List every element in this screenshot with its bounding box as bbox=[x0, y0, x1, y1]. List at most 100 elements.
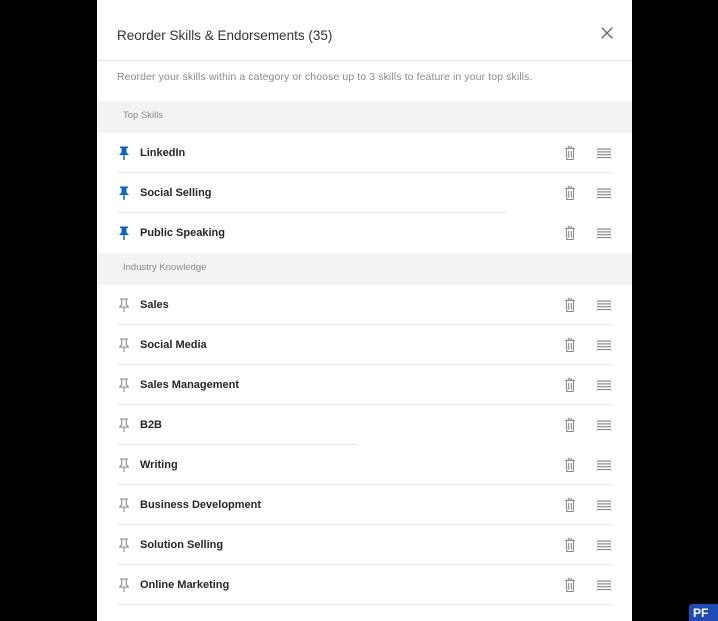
trash-icon bbox=[565, 338, 575, 353]
unpin-button[interactable] bbox=[117, 185, 131, 201]
pin-button[interactable] bbox=[117, 577, 131, 593]
skill-row[interactable]: Sales Management bbox=[97, 365, 632, 405]
reorder-skills-modal: Reorder Skills & Endorsements (35) Reord… bbox=[97, 0, 632, 621]
skill-name: B2B bbox=[140, 419, 163, 431]
pin-button[interactable] bbox=[117, 537, 131, 553]
trash-icon bbox=[565, 298, 575, 313]
corner-badge-text: PF bbox=[693, 606, 709, 620]
pin-button[interactable] bbox=[117, 377, 131, 393]
skill-name: LinkedIn bbox=[140, 147, 186, 159]
pin-outline-icon bbox=[118, 298, 130, 312]
skill-row[interactable]: Solution Selling bbox=[97, 525, 632, 565]
trash-icon bbox=[565, 186, 575, 201]
section-header: Industry Knowledge bbox=[97, 253, 632, 285]
pin-button[interactable] bbox=[117, 497, 131, 513]
pin-outline-icon bbox=[118, 338, 130, 352]
unpin-button[interactable] bbox=[117, 225, 131, 241]
drag-handle[interactable] bbox=[596, 579, 612, 591]
drag-handle-icon bbox=[597, 460, 611, 471]
drag-handle-icon bbox=[597, 148, 611, 159]
trash-icon bbox=[565, 578, 575, 593]
section-header-label: Top Skills bbox=[123, 110, 164, 121]
pin-outline-icon bbox=[118, 498, 130, 512]
delete-skill-button[interactable] bbox=[563, 185, 577, 201]
delete-skill-button[interactable] bbox=[563, 457, 577, 473]
drag-handle-icon bbox=[597, 188, 611, 199]
drag-handle-icon bbox=[597, 420, 611, 431]
drag-handle-icon bbox=[597, 300, 611, 311]
pin-outline-icon bbox=[118, 538, 130, 552]
skill-row[interactable]: Sales bbox=[97, 285, 632, 325]
drag-handle-icon bbox=[597, 340, 611, 351]
drag-handle[interactable] bbox=[596, 499, 612, 511]
skill-row[interactable]: Business Development bbox=[97, 485, 632, 525]
close-icon bbox=[601, 27, 613, 39]
skill-name: Writing bbox=[140, 459, 178, 471]
modal-subtitle: Reorder your skills within a category or… bbox=[117, 71, 533, 83]
skill-name: Online Marketing bbox=[140, 579, 230, 591]
trash-icon bbox=[565, 498, 575, 513]
delete-skill-button[interactable] bbox=[563, 145, 577, 161]
drag-handle[interactable] bbox=[596, 379, 612, 391]
skill-row[interactable]: Online Marketing bbox=[97, 565, 632, 605]
skill-row[interactable]: LinkedIn bbox=[97, 133, 632, 173]
trash-icon bbox=[565, 378, 575, 393]
drag-handle[interactable] bbox=[596, 419, 612, 431]
drag-handle[interactable] bbox=[596, 147, 612, 159]
pin-button[interactable] bbox=[117, 297, 131, 313]
pin-button[interactable] bbox=[117, 337, 131, 353]
skill-name: Business Development bbox=[140, 499, 262, 511]
skill-name: Social Media bbox=[140, 339, 207, 351]
drag-handle[interactable] bbox=[596, 459, 612, 471]
skill-name: Social Selling bbox=[140, 187, 212, 199]
skill-row[interactable]: B2B bbox=[97, 405, 632, 445]
trash-icon bbox=[565, 538, 575, 553]
screen-frame: Reorder Skills & Endorsements (35) Reord… bbox=[0, 0, 718, 621]
pin-button[interactable] bbox=[117, 457, 131, 473]
pin-outline-icon bbox=[118, 578, 130, 592]
delete-skill-button[interactable] bbox=[563, 577, 577, 593]
pin-outline-icon bbox=[118, 458, 130, 472]
pin-button[interactable] bbox=[117, 417, 131, 433]
corner-badge: PF bbox=[689, 604, 718, 621]
drag-handle-icon bbox=[597, 500, 611, 511]
skill-row[interactable]: Social Selling bbox=[97, 173, 632, 213]
row-divider bbox=[117, 604, 612, 605]
delete-skill-button[interactable] bbox=[563, 497, 577, 513]
drag-handle[interactable] bbox=[596, 539, 612, 551]
pin-filled-icon bbox=[119, 226, 129, 240]
drag-handle[interactable] bbox=[596, 339, 612, 351]
delete-skill-button[interactable] bbox=[563, 537, 577, 553]
drag-handle[interactable] bbox=[596, 299, 612, 311]
skill-row[interactable]: Social Media bbox=[97, 325, 632, 365]
drag-handle-icon bbox=[597, 580, 611, 591]
delete-skill-button[interactable] bbox=[563, 417, 577, 433]
modal-header: Reorder Skills & Endorsements (35) bbox=[97, 0, 632, 61]
skill-name: Sales Management bbox=[140, 379, 240, 391]
drag-handle-icon bbox=[597, 228, 611, 239]
close-button[interactable] bbox=[596, 22, 618, 44]
drag-handle[interactable] bbox=[596, 187, 612, 199]
delete-skill-button[interactable] bbox=[563, 225, 577, 241]
skill-row[interactable]: Public Speaking bbox=[97, 213, 632, 253]
skill-name: Public Speaking bbox=[140, 227, 225, 239]
trash-icon bbox=[565, 458, 575, 473]
skill-name: Solution Selling bbox=[140, 539, 224, 551]
skill-name: Sales bbox=[140, 299, 169, 311]
skills-list: Top Skills LinkedIn Social Selling Public S… bbox=[97, 101, 632, 605]
pin-filled-icon bbox=[119, 186, 129, 200]
drag-handle-icon bbox=[597, 380, 611, 391]
delete-skill-button[interactable] bbox=[563, 297, 577, 313]
pin-outline-icon bbox=[118, 418, 130, 432]
delete-skill-button[interactable] bbox=[563, 337, 577, 353]
pin-filled-icon bbox=[119, 146, 129, 160]
modal-title: Reorder Skills & Endorsements (35) bbox=[117, 28, 333, 43]
drag-handle-icon bbox=[597, 540, 611, 551]
section-header-label: Industry Knowledge bbox=[123, 262, 207, 273]
drag-handle[interactable] bbox=[596, 227, 612, 239]
delete-skill-button[interactable] bbox=[563, 377, 577, 393]
pin-outline-icon bbox=[118, 378, 130, 392]
unpin-button[interactable] bbox=[117, 145, 131, 161]
trash-icon bbox=[565, 146, 575, 161]
skill-row[interactable]: Writing bbox=[97, 445, 632, 485]
